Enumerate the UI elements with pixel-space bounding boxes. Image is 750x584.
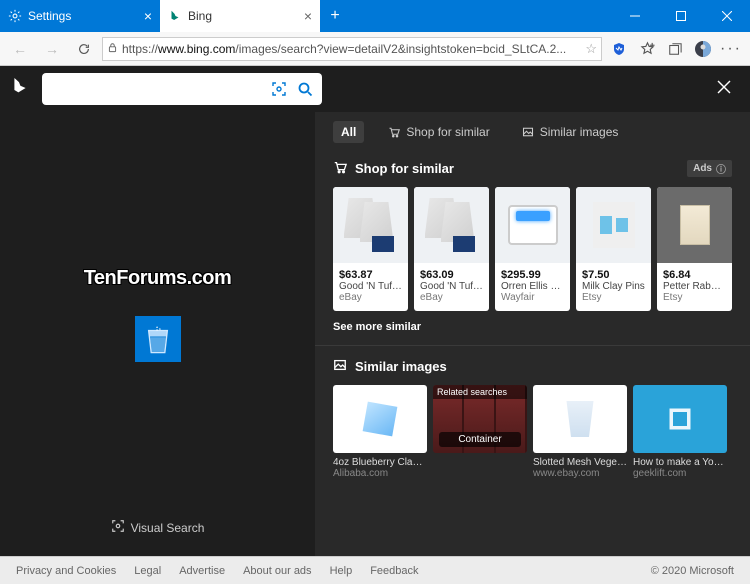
search-icon[interactable] [294, 78, 316, 100]
see-more-link[interactable]: See more similar [333, 321, 732, 333]
window-minimize-button[interactable] [612, 0, 658, 32]
similar-card[interactable]: How to make a YouTu... geeklift.com [633, 385, 727, 479]
image-icon [522, 126, 534, 138]
main-content: TenForums.com Visual Search All Shop for… [0, 112, 750, 556]
favorites-button[interactable] [634, 36, 660, 62]
reader-icon[interactable]: ☆ [585, 41, 597, 57]
more-menu-button[interactable]: ··· [718, 36, 744, 62]
window-close-button[interactable] [704, 0, 750, 32]
profile-button[interactable] [690, 36, 716, 62]
result-tabs: All Shop for similar Similar images [315, 112, 750, 152]
image-preview-pane: TenForums.com Visual Search [0, 112, 315, 556]
visual-search-label: Visual Search [131, 521, 205, 535]
nav-back-button[interactable]: ← [6, 35, 34, 63]
cart-icon [333, 160, 347, 177]
similar-card[interactable]: Slotted Mesh Vegetab... www.ebay.com [533, 385, 627, 479]
related-tag: Container [439, 432, 521, 447]
product-card[interactable]: $7.50Milk Clay PinsEtsy [576, 187, 651, 311]
footer-link[interactable]: Feedback [370, 565, 418, 577]
product-thumb [333, 187, 408, 263]
product-card[interactable]: $63.09Good 'N Tuff ...eBay [414, 187, 489, 311]
bing-icon [168, 9, 182, 23]
browser-title-bar: Settings × Bing × + [0, 0, 750, 32]
cart-icon [388, 126, 400, 138]
footer-link[interactable]: Help [330, 565, 353, 577]
shop-section: Shop for similar Adsⓘ $63.87Good 'N Tuff… [315, 152, 750, 345]
nav-refresh-button[interactable] [70, 35, 98, 63]
related-searches-card[interactable]: Related searches Container [433, 385, 527, 479]
recycle-bin-icon [135, 316, 181, 362]
results-pane: All Shop for similar Similar images Shop… [315, 112, 750, 556]
visual-search-box[interactable] [42, 73, 322, 105]
tab-close-icon[interactable]: × [304, 8, 312, 24]
product-card[interactable]: $63.87Good 'N Tuff ...eBay [333, 187, 408, 311]
similar-cards: 4oz Blueberry Clamsh... Alibaba.com Rela… [333, 385, 732, 479]
product-thumb [576, 187, 651, 263]
product-card[interactable]: $6.84Petter Rabbit...Etsy [657, 187, 732, 311]
bing-header [0, 66, 750, 112]
tab-close-icon[interactable]: × [144, 8, 152, 24]
ads-badge[interactable]: Adsⓘ [687, 160, 732, 177]
nav-forward-button[interactable]: → [38, 35, 66, 63]
extension-malwarebytes-icon[interactable] [606, 36, 632, 62]
close-overlay-button[interactable] [710, 73, 738, 106]
shop-cards: $63.87Good 'N Tuff ...eBay $63.09Good 'N… [333, 187, 732, 311]
tab-label: Settings [28, 9, 138, 23]
footer-link[interactable]: Advertise [179, 565, 225, 577]
new-tab-button[interactable]: + [320, 0, 350, 32]
bing-logo-icon[interactable] [12, 76, 32, 102]
info-icon: ⓘ [716, 161, 726, 176]
url-text: https://www.bing.com/images/search?view=… [122, 42, 581, 56]
page-footer: Privacy and Cookies Legal Advertise Abou… [0, 556, 750, 584]
similar-section: Similar images 4oz Blueberry Clamsh... A… [315, 345, 750, 487]
window-maximize-button[interactable] [658, 0, 704, 32]
related-searches-label: Related searches [433, 385, 527, 399]
image-icon [333, 358, 347, 375]
collections-button[interactable] [662, 36, 688, 62]
product-thumb [657, 187, 732, 263]
tab-shop[interactable]: Shop for similar [380, 121, 497, 143]
browser-tab-settings[interactable]: Settings × [0, 0, 160, 32]
url-input[interactable]: https://www.bing.com/images/search?view=… [102, 37, 602, 61]
product-card[interactable]: $295.99Orren Ellis C...Wayfair [495, 187, 570, 311]
product-thumb [414, 187, 489, 263]
copyright-text: © 2020 Microsoft [651, 565, 734, 577]
tab-all[interactable]: All [333, 121, 364, 143]
browser-tab-bing[interactable]: Bing × [160, 0, 320, 32]
similar-heading: Similar images [355, 359, 447, 374]
lock-icon [107, 42, 118, 56]
address-bar: ← → https://www.bing.com/images/search?v… [0, 32, 750, 66]
footer-link[interactable]: About our ads [243, 565, 312, 577]
gear-icon [8, 9, 22, 23]
footer-link[interactable]: Privacy and Cookies [16, 565, 116, 577]
product-thumb [495, 187, 570, 263]
lens-icon[interactable] [268, 78, 290, 100]
search-input[interactable] [48, 82, 264, 97]
similar-card[interactable]: 4oz Blueberry Clamsh... Alibaba.com [333, 385, 427, 479]
visual-search-link[interactable]: Visual Search [111, 519, 205, 536]
tab-similar[interactable]: Similar images [514, 121, 627, 143]
shop-heading: Shop for similar [355, 161, 454, 176]
tab-label: Bing [188, 9, 298, 23]
footer-link[interactable]: Legal [134, 565, 161, 577]
watermark-text: TenForums.com [84, 267, 232, 290]
lens-bracket-icon [111, 519, 125, 536]
